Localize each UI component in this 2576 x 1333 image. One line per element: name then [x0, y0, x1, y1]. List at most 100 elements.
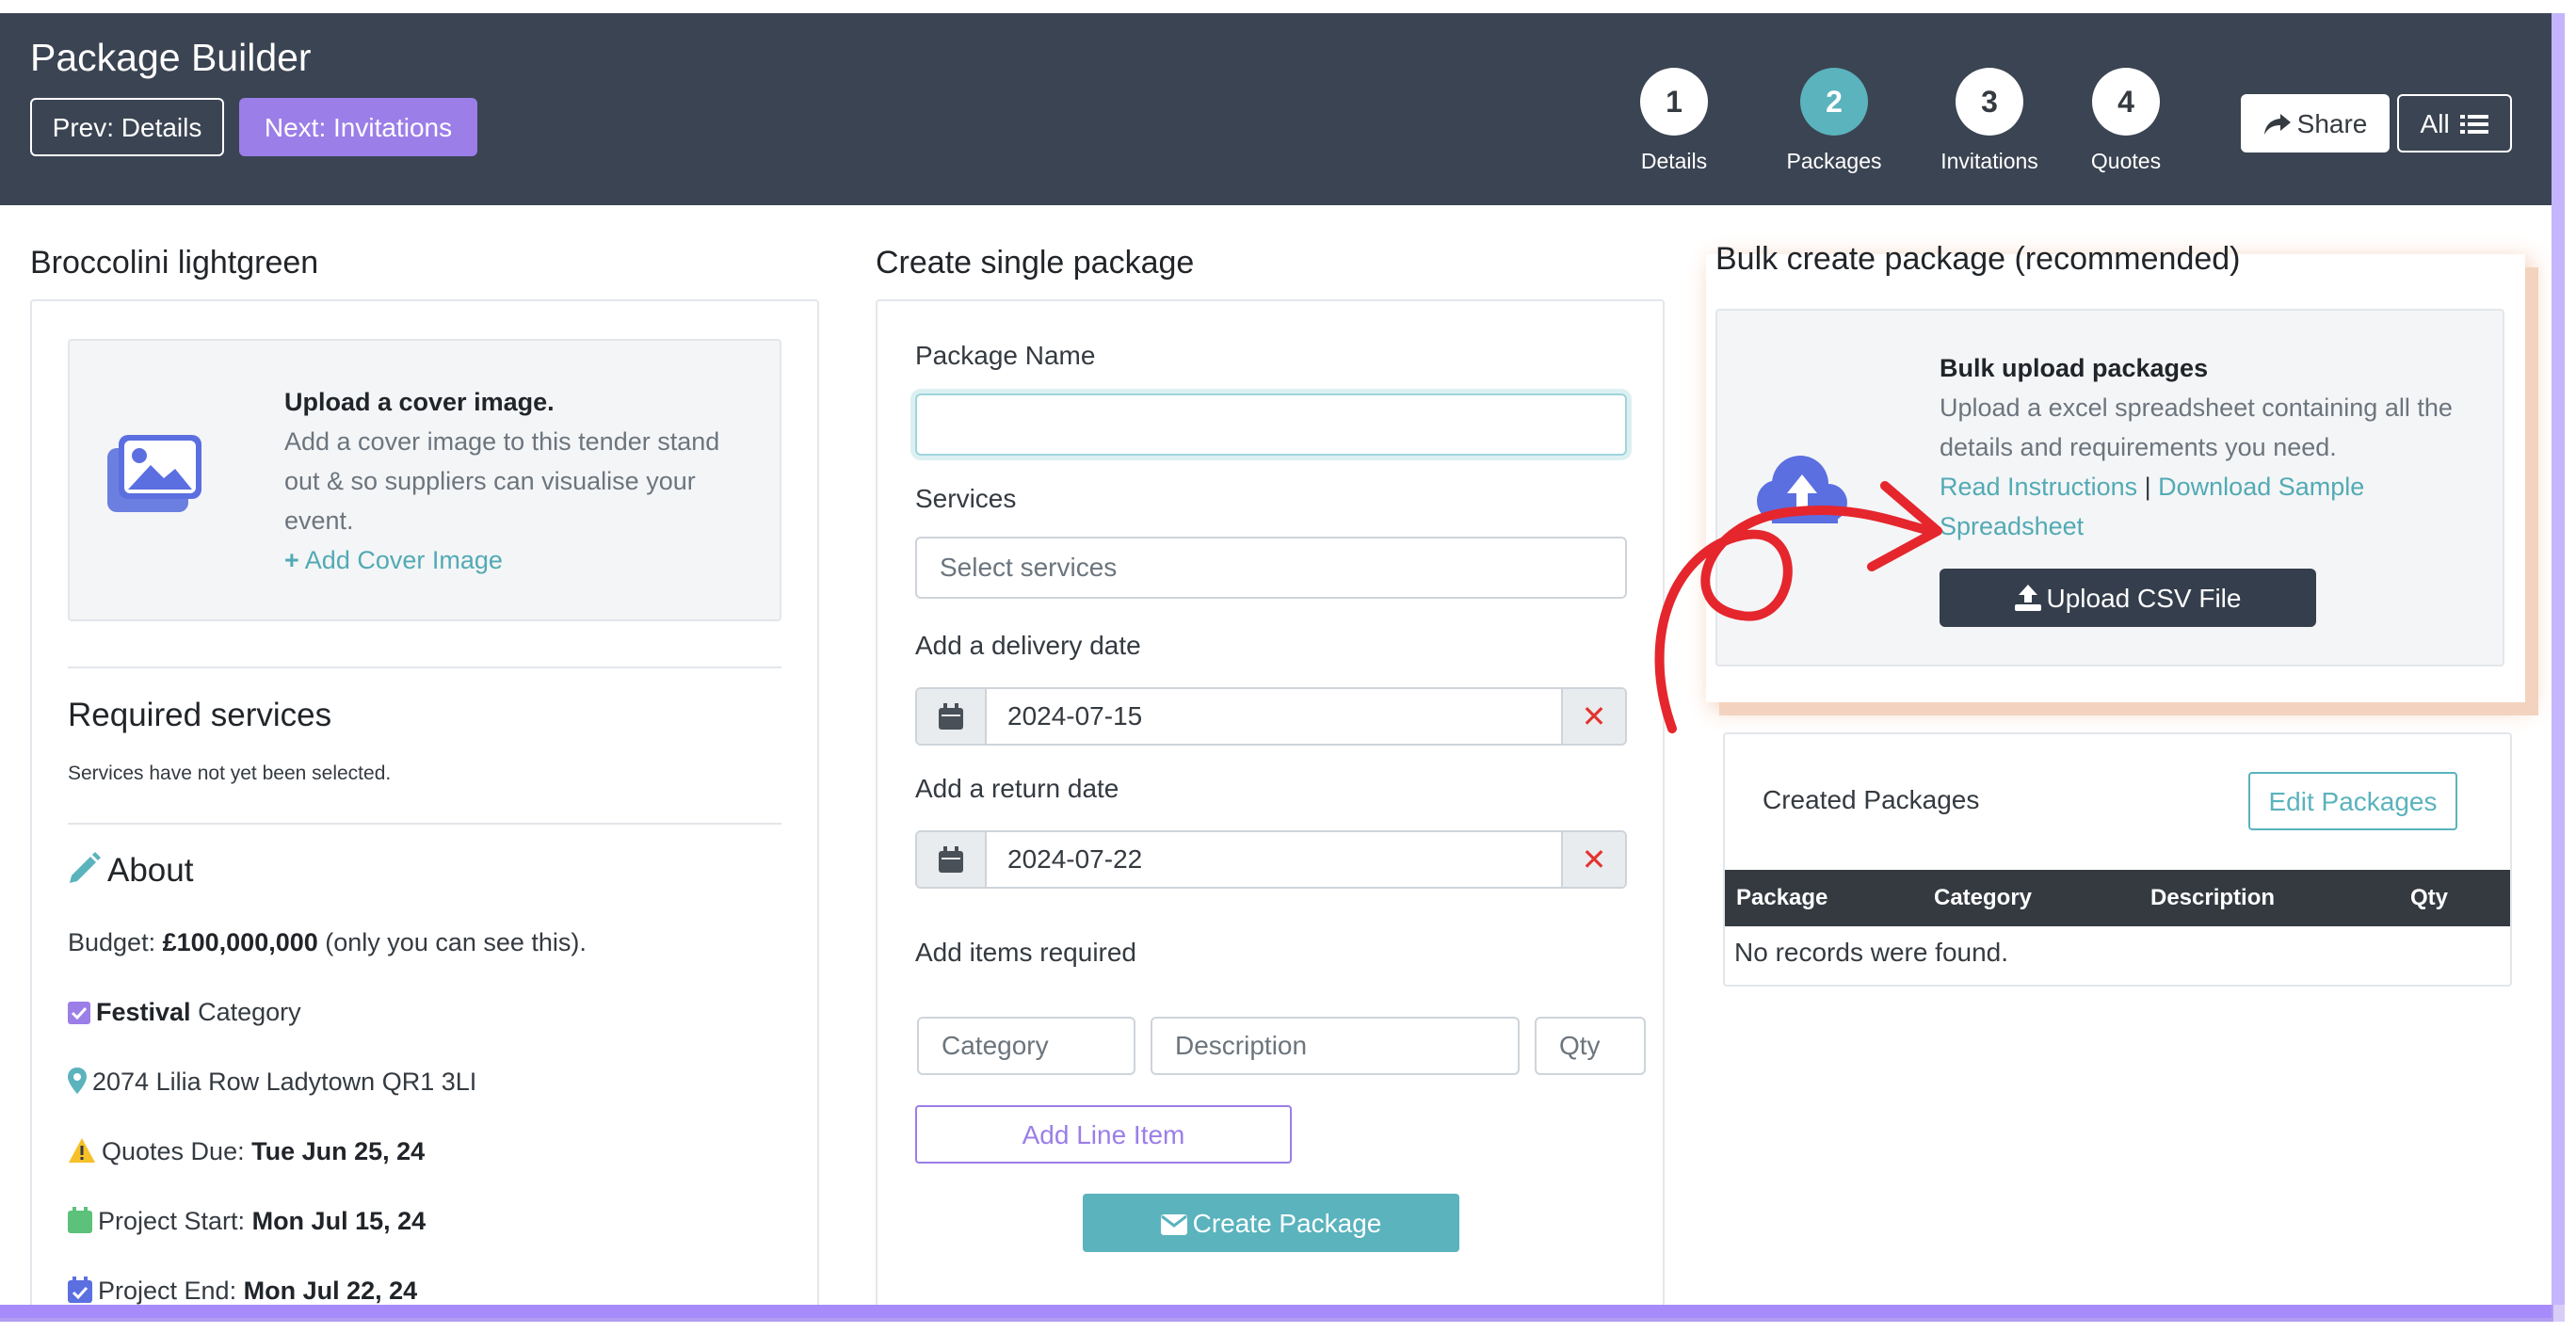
step-label: Packages	[1786, 149, 1882, 173]
warning-icon	[69, 1138, 95, 1163]
prev-details-button[interactable]: Prev: Details	[30, 98, 224, 156]
end-label: Project End:	[98, 1277, 237, 1305]
column-qty: Qty	[2410, 885, 2449, 910]
step-quotes[interactable]: 4 Quotes	[2060, 68, 2192, 174]
single-package-title: Create single package	[876, 245, 1195, 281]
items-required-label: Add items required	[915, 938, 1137, 967]
create-package-label: Create Package	[1192, 1209, 1382, 1238]
top-header: Package Builder Prev: Details Next: Invi…	[0, 13, 2552, 205]
app-window: Package Builder Prev: Details Next: Invi…	[0, 13, 2552, 1305]
budget-prefix: Budget:	[68, 928, 156, 956]
pencil-icon	[70, 852, 101, 883]
return-date-field[interactable]: 2024-07-22 ✕	[915, 830, 1627, 889]
calendar-icon	[68, 1207, 92, 1233]
services-label: Services	[915, 484, 1017, 513]
edit-packages-button[interactable]: Edit Packages	[2248, 772, 2457, 830]
all-menu-button[interactable]: All	[2397, 94, 2512, 153]
delivery-date-value: 2024-07-15	[1007, 701, 1143, 731]
column-category: Category	[1934, 885, 2033, 910]
list-icon	[2460, 115, 2489, 134]
upload-csv-button[interactable]: Upload CSV File	[1940, 569, 2316, 627]
step-details[interactable]: 1 Details	[1608, 68, 1740, 174]
required-services-note: Services have not yet been selected.	[68, 763, 392, 784]
quotes-due-line: Quotes Due: Tue Jun 25, 24	[68, 1137, 425, 1166]
annotation-arrow	[1654, 481, 1942, 733]
link-separator: |	[2144, 473, 2151, 501]
cover-image-panel: Upload a cover image. Add a cover image …	[68, 339, 781, 621]
calendar-icon	[939, 846, 963, 873]
column-package: Package	[1736, 885, 1828, 910]
share-label: Share	[2296, 109, 2368, 138]
divider	[68, 666, 781, 668]
budget-line: Budget: £100,000,000 (only you can see t…	[68, 928, 587, 957]
cover-text: Upload a cover image. Add a cover image …	[284, 382, 755, 580]
calendar-addon	[917, 689, 987, 744]
page-title: Package Builder	[30, 36, 312, 79]
bulk-upload-description: Upload a excel spreadsheet containing al…	[1940, 393, 2453, 461]
package-name-input[interactable]	[915, 393, 1627, 456]
delivery-date-field[interactable]: 2024-07-15 ✕	[915, 687, 1627, 746]
read-instructions-link[interactable]: Read Instructions	[1940, 473, 2137, 501]
images-icon	[107, 435, 201, 512]
plus-icon: +	[284, 546, 299, 574]
budget-value: £100,000,000	[162, 928, 318, 956]
created-packages-title: Created Packages	[1763, 785, 1980, 814]
all-label: All	[2420, 109, 2450, 138]
quotes-label: Quotes Due:	[102, 1137, 245, 1165]
add-cover-image-label: Add Cover Image	[304, 546, 503, 574]
frame-shadow-right	[2553, 19, 2565, 1322]
cover-description: Add a cover image to this tender stand o…	[284, 427, 720, 535]
packages-table-header: Package Category Description Qty	[1725, 870, 2510, 926]
create-package-button[interactable]: Create Package	[1083, 1194, 1459, 1252]
delivery-date-label: Add a delivery date	[915, 631, 1141, 660]
item-category-input[interactable]: Category	[917, 1017, 1135, 1075]
step-number: 2	[1800, 68, 1868, 136]
add-cover-image-link[interactable]: + Add Cover Image	[284, 540, 755, 580]
cover-heading: Upload a cover image.	[284, 388, 555, 416]
category-suffix: Category	[198, 998, 301, 1026]
project-start-line: Project Start: Mon Jul 15, 24	[68, 1207, 426, 1236]
bulk-upload-text: Bulk upload packages Upload a excel spre…	[1940, 348, 2467, 546]
services-select[interactable]: Select services	[915, 537, 1627, 599]
add-line-item-button[interactable]: Add Line Item	[915, 1105, 1292, 1164]
clear-return-date-button[interactable]: ✕	[1561, 832, 1625, 887]
envelope-icon	[1160, 1214, 1187, 1235]
calendar-check-icon	[68, 1277, 92, 1303]
share-icon	[2263, 114, 2291, 135]
item-description-input[interactable]: Description	[1151, 1017, 1520, 1075]
package-name-label: Package Name	[915, 341, 1096, 370]
next-invitations-button[interactable]: Next: Invitations	[239, 98, 477, 156]
step-number: 4	[2092, 68, 2160, 136]
end-value: Mon Jul 22, 24	[243, 1277, 418, 1305]
close-icon: ✕	[1581, 843, 1607, 876]
checkbox-icon	[68, 1002, 90, 1024]
quotes-value: Tue Jun 25, 24	[251, 1137, 426, 1165]
about-title: About	[68, 851, 193, 890]
close-icon: ✕	[1581, 699, 1607, 733]
category-line: Festival Category	[68, 998, 301, 1027]
project-end-line: Project End: Mon Jul 22, 24	[68, 1277, 417, 1305]
step-invitations[interactable]: 3 Invitations	[1924, 68, 2055, 174]
tender-title: Broccolini lightgreen	[30, 245, 319, 281]
calendar-icon	[939, 703, 963, 730]
bulk-upload-heading: Bulk upload packages	[1940, 354, 2209, 382]
return-date-value: 2024-07-22	[1007, 844, 1143, 874]
column-description: Description	[2150, 885, 2276, 910]
required-services-title: Required services	[68, 697, 332, 733]
budget-suffix: (only you can see this).	[325, 928, 587, 956]
about-label: About	[107, 852, 194, 889]
share-button[interactable]: Share	[2241, 94, 2390, 153]
frame-shadow-bottom	[0, 1305, 2565, 1322]
step-packages[interactable]: 2 Packages	[1768, 68, 1900, 174]
calendar-addon	[917, 832, 987, 887]
upload-icon	[2014, 585, 2041, 611]
step-number: 3	[1956, 68, 2023, 136]
step-label: Quotes	[2090, 149, 2162, 173]
item-qty-input[interactable]: Qty	[1535, 1017, 1646, 1075]
address-line: 2074 Lilia Row Ladytown QR1 3LI	[68, 1068, 476, 1097]
return-date-label: Add a return date	[915, 774, 1119, 803]
bulk-create-title: Bulk create package (recommended)	[1715, 241, 2241, 277]
bulk-links: Read Instructions | Download Sample Spre…	[1940, 467, 2467, 546]
table-empty-message: No records were found.	[1734, 938, 2009, 967]
clear-delivery-date-button[interactable]: ✕	[1561, 689, 1625, 744]
